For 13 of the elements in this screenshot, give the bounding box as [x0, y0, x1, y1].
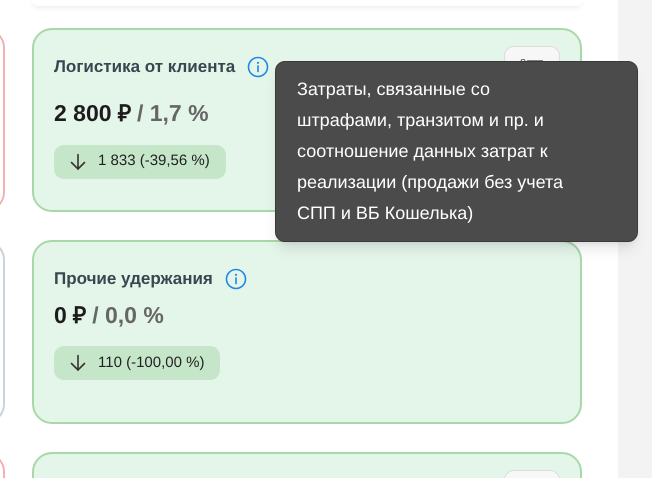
- arrow-down-icon: [70, 152, 86, 170]
- arrow-down-icon: [70, 354, 86, 372]
- info-icon[interactable]: [247, 56, 270, 78]
- card-title: Логистика от клиента: [54, 56, 236, 78]
- change-badge: 1 833 (-39,56 %): [54, 144, 226, 178]
- percent-value: / 0,0 %: [92, 300, 164, 330]
- change-badge: 110 (-100,00 %): [54, 346, 220, 380]
- amount-value: 0 ₽: [54, 300, 86, 330]
- tooltip: Затраты, связанные со штрафами, транзитом и пр. и соотношение данных затрат к реализации (продажи без учета СПП и ВБ Кошелька): [275, 61, 638, 242]
- info-icon[interactable]: [224, 268, 247, 290]
- card-title: Прочие удержания: [54, 268, 213, 290]
- percent-value: / 1,7 %: [136, 99, 209, 128]
- amount-value: 2 800 ₽: [54, 99, 131, 128]
